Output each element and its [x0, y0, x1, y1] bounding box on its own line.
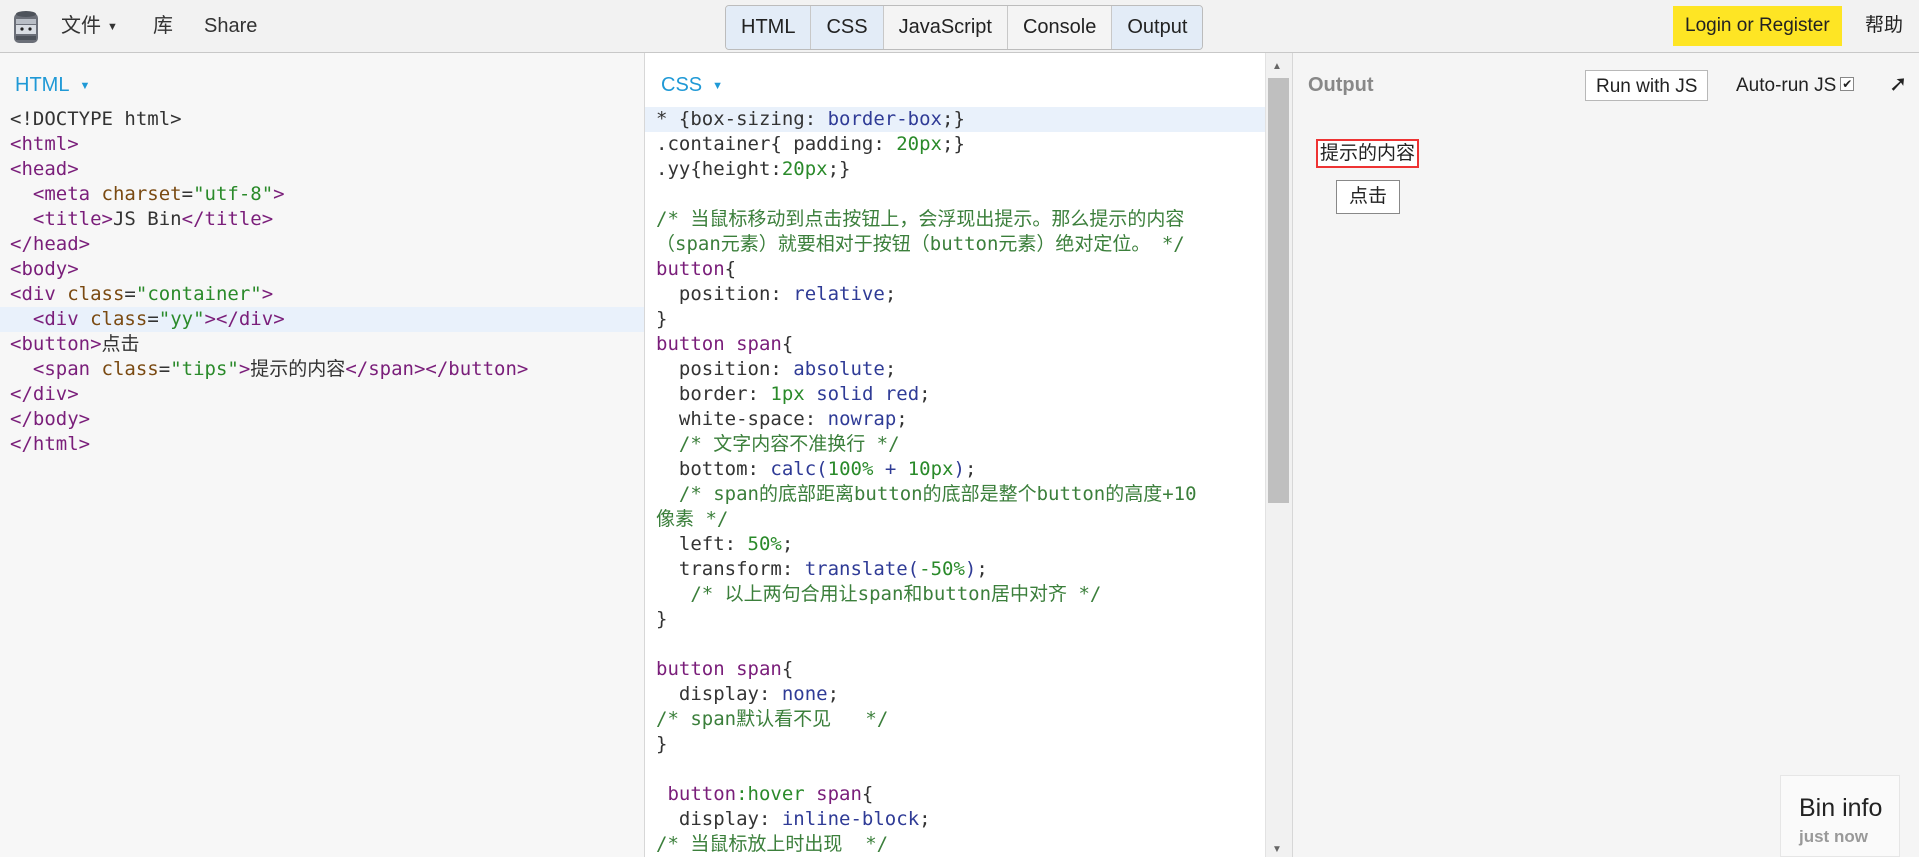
css-code-line: [656, 632, 1265, 657]
jsbin-logo-icon[interactable]: [11, 9, 41, 45]
scroll-up-arrow-icon[interactable]: ▲: [1272, 61, 1282, 72]
css-code-line: }: [656, 308, 668, 330]
css-code-line: }: [656, 608, 668, 630]
css-code-line: /* 当鼠标移动到点击按钮上，会浮现出提示。那么提示的内容: [656, 208, 1185, 230]
tab-output[interactable]: Output: [1112, 6, 1203, 49]
css-code-line: /* span默认看不见 */: [656, 708, 889, 730]
html-code-line: <span class="tips">提示的内容</span></button>: [32, 358, 529, 380]
scrollbar-thumb[interactable]: [1268, 78, 1289, 503]
tab-css[interactable]: CSS: [811, 6, 884, 49]
demo-click-button[interactable]: 点击: [1336, 180, 1400, 214]
login-register-button[interactable]: Login or Register: [1673, 6, 1842, 46]
html-code-line: </div>: [10, 383, 79, 405]
html-code-line: <div class="container">: [10, 283, 274, 305]
html-code-line: <head>: [10, 158, 79, 180]
css-code-line: .container{ padding: 20px;}: [656, 133, 965, 155]
autorun-checkbox[interactable]: ✔: [1840, 77, 1855, 91]
css-panel-label-text: CSS: [661, 74, 703, 96]
demo-tooltip: 提示的内容: [1316, 139, 1420, 168]
html-code-line: </body>: [10, 408, 91, 430]
css-code-line: .yy{height:20px;}: [656, 158, 851, 180]
css-code-line: * {box-sizing: border-box;}: [645, 107, 1265, 132]
css-code-line: /* 文字内容不准换行 */: [656, 433, 900, 455]
chevron-down-icon: ▼: [712, 79, 724, 92]
css-code-line: [656, 182, 1265, 207]
css-code-line: /* 以上两句合用让span和button居中对齐 */: [656, 583, 1102, 605]
css-code-line: button{: [656, 258, 737, 280]
css-code-line: border: 1px solid red;: [678, 383, 931, 405]
css-code-line: button:hover span{: [656, 783, 874, 805]
html-code-line: </html>: [10, 433, 91, 455]
autorun-label: Auto-run JS: [1736, 75, 1837, 96]
html-panel-label[interactable]: HTML ▼: [15, 73, 90, 98]
css-code-line: transform: translate(-50%);: [678, 558, 988, 580]
css-code-line: （span元素）就要相对于按钮（button元素）绝对定位。 */: [656, 233, 1185, 255]
html-code-line: <meta charset="utf-8">: [32, 183, 285, 205]
tab-html[interactable]: HTML: [726, 6, 812, 49]
html-editor-panel: HTML ▼ <!DOCTYPE html> <html> <head> <meta …: [0, 53, 645, 857]
share-menu[interactable]: Share: [204, 14, 257, 38]
css-code-line: button span{: [656, 658, 794, 680]
output-panel: Output Run with JS Auto-run JS ✔ ➚ 提示的内容 …: [1292, 53, 1919, 857]
panel-toggle-group: HTML CSS JavaScript Console Output: [725, 5, 1204, 50]
help-menu[interactable]: 帮助: [1865, 14, 1903, 38]
html-code-line: <body>: [10, 258, 79, 280]
css-panel-label[interactable]: CSS ▼: [661, 73, 723, 98]
css-code-line: bottom: calc(100% + 10px);: [678, 458, 977, 480]
html-code-line: <html>: [10, 133, 79, 155]
css-code-line: white-space: nowrap;: [678, 408, 908, 430]
run-with-js-button[interactable]: Run with JS: [1585, 70, 1709, 101]
html-code-line: <div class="yy"></div>: [0, 307, 644, 332]
css-code-line: button span{: [656, 333, 794, 355]
output-panel-label: Output: [1308, 74, 1374, 96]
tab-javascript[interactable]: JavaScript: [884, 6, 1008, 49]
html-code-line: <!DOCTYPE html>: [10, 108, 182, 130]
css-code-line: /* span的底部距离button的底部是整个button的高度+10: [656, 483, 1197, 505]
chevron-down-icon: ▼: [79, 79, 91, 92]
library-menu[interactable]: 库: [153, 14, 173, 38]
file-menu[interactable]: 文件 ▼: [61, 14, 118, 39]
html-code-editor[interactable]: <!DOCTYPE html> <html> <head> <meta charse…: [0, 107, 644, 457]
bin-info-box[interactable]: Bin info just now: [1780, 775, 1900, 857]
css-code-line: display: inline-block;: [678, 808, 931, 830]
bin-info-timestamp: just now: [1799, 827, 1868, 846]
css-editor-panel: CSS ▼ * {box-sizing: border-box;} .contain…: [645, 53, 1265, 857]
css-code-line: /* 当鼠标放上时出现 */: [656, 833, 889, 855]
css-code-line: }: [656, 733, 668, 755]
css-code-line: 像素 */: [656, 508, 729, 530]
top-toolbar: 文件 ▼ 库 Share HTML CSS JavaScript Console …: [0, 0, 1919, 53]
scroll-down-arrow-icon[interactable]: ▼: [1272, 844, 1282, 855]
css-code-line: display: none;: [678, 683, 840, 705]
css-code-line: [656, 757, 1265, 782]
html-code-line: <title>JS Bin</title>: [32, 208, 274, 230]
file-menu-label: 文件: [61, 15, 101, 37]
autorun-js-toggle[interactable]: Auto-run JS ✔: [1736, 74, 1855, 98]
html-panel-label-text: HTML: [15, 74, 70, 96]
html-code-line: </head>: [10, 233, 91, 255]
chevron-down-icon: ▼: [107, 20, 118, 33]
bin-info-title: Bin info: [1799, 794, 1883, 822]
css-code-line: left: 50%;: [678, 533, 794, 555]
css-code-line: position: absolute;: [678, 358, 897, 380]
html-code-line: <button>点击: [10, 333, 140, 355]
css-code-editor[interactable]: * {box-sizing: border-box;} .container{ p…: [645, 107, 1265, 857]
tab-console[interactable]: Console: [1008, 6, 1113, 49]
popout-arrow-icon[interactable]: ➚: [1889, 71, 1907, 97]
css-code-line: position: relative;: [678, 283, 897, 305]
